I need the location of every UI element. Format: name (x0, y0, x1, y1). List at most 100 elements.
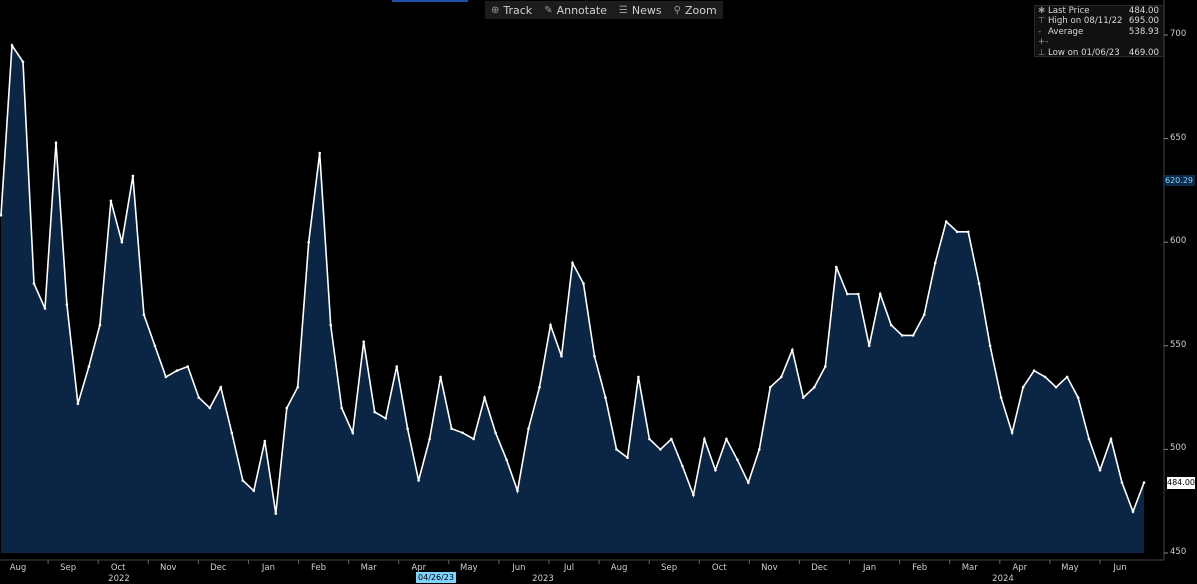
data-point (538, 385, 541, 389)
y-tick-label: 650 (1170, 132, 1187, 143)
y-tick-label: 450 (1170, 547, 1187, 557)
data-point (362, 340, 366, 344)
y-tick-label: 700 (1170, 29, 1187, 39)
data-point (142, 313, 146, 317)
data-point (219, 385, 223, 389)
data-point (889, 323, 893, 327)
x-month-label: Jun (1113, 563, 1127, 573)
last-price-tag: 484.00 (1167, 477, 1195, 489)
data-point (1131, 510, 1135, 513)
data-point (395, 365, 399, 368)
data-point (1142, 481, 1146, 484)
data-point (593, 354, 596, 358)
data-point (813, 385, 816, 389)
data-point (571, 261, 574, 265)
data-point (263, 439, 267, 443)
data-point (933, 261, 937, 265)
data-point (428, 437, 431, 441)
data-point (1109, 437, 1113, 441)
data-point (780, 375, 783, 379)
x-month-label: Jan (862, 563, 877, 573)
data-point (32, 282, 36, 285)
x-month-label: Sep (661, 563, 678, 573)
crosshair-date-tag: 04/26/23 (416, 572, 456, 583)
data-point (296, 385, 300, 389)
data-point (604, 396, 607, 399)
data-point (65, 303, 69, 306)
y-tick-label: 500 (1170, 443, 1187, 454)
x-month-label: Dec (210, 563, 227, 573)
data-point (329, 323, 333, 327)
data-point (527, 427, 530, 431)
data-point (582, 282, 585, 285)
legend-row-last-price: ✱ Last Price 484.00 (1035, 6, 1163, 16)
x-month-label: Apr (1012, 563, 1028, 573)
data-point (1087, 437, 1091, 441)
x-month-label: Aug (610, 563, 628, 573)
data-point (637, 375, 640, 379)
data-point (483, 396, 486, 399)
legend-row-high: ⊤ High on 08/11/22 695.00 (1035, 16, 1163, 26)
price-chart[interactable] (0, 0, 1197, 584)
data-point (241, 479, 245, 482)
data-point (791, 348, 794, 352)
data-point (999, 396, 1003, 399)
data-point (450, 427, 453, 431)
x-month-label: May (1061, 563, 1079, 573)
data-point (131, 174, 135, 178)
data-point (164, 375, 168, 379)
data-point (648, 437, 651, 441)
x-month-label: Feb (912, 563, 928, 573)
data-point (900, 334, 904, 337)
low-marker-icon: ⊥ (1038, 47, 1046, 58)
x-month-label: Sep (60, 563, 77, 573)
x-month-label: Aug (9, 563, 27, 573)
data-point (98, 323, 102, 327)
data-point (681, 464, 684, 468)
data-point (615, 448, 618, 451)
y-tick-label: 550 (1170, 339, 1187, 350)
data-point (736, 458, 739, 462)
data-point (1043, 375, 1047, 379)
data-point (626, 456, 629, 460)
data-point (670, 437, 673, 441)
high-marker-icon: ⊤ (1038, 16, 1046, 27)
x-year-label: 2024 (992, 574, 1014, 584)
x-month-label: Mar (961, 563, 978, 573)
data-point (703, 437, 706, 441)
data-point (878, 292, 882, 296)
data-point (769, 385, 772, 389)
data-point (175, 369, 179, 373)
data-point (417, 479, 420, 482)
data-point (516, 489, 519, 493)
data-point (857, 292, 860, 296)
data-point (560, 354, 563, 358)
x-month-label: Nov (761, 563, 778, 573)
data-point (197, 396, 201, 399)
data-point (252, 489, 256, 493)
data-point (1010, 431, 1014, 435)
data-point (318, 151, 322, 155)
x-month-label: Oct (110, 563, 126, 573)
data-point (230, 431, 234, 435)
data-point (76, 402, 80, 406)
data-point (692, 493, 695, 497)
data-point (87, 365, 91, 368)
data-point (922, 313, 926, 317)
data-point (955, 230, 959, 234)
data-point (406, 427, 409, 431)
data-point (373, 410, 377, 414)
data-point (384, 417, 388, 420)
x-month-label: Jan (261, 563, 276, 573)
data-point (120, 240, 124, 244)
data-point (186, 365, 190, 368)
data-point (835, 265, 838, 269)
data-point (977, 282, 981, 285)
data-point (944, 220, 948, 223)
data-point (1065, 375, 1069, 379)
data-point (1032, 369, 1036, 373)
x-month-label: Dec (811, 563, 828, 573)
average-marker-icon: -+- (1038, 26, 1049, 48)
data-point (846, 292, 849, 296)
data-point (43, 307, 47, 310)
